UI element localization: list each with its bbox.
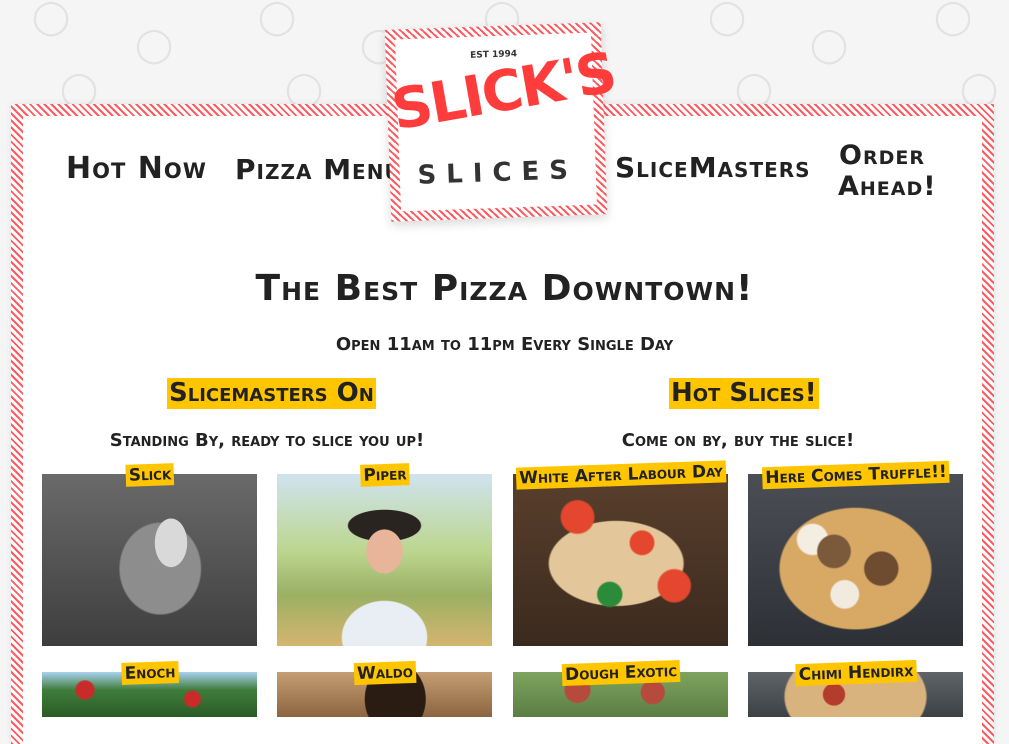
logo-wordmark-bottom: SLICES xyxy=(417,155,579,191)
slicemasters-subheading: Standing By, ready to slice you up! xyxy=(109,430,425,451)
nav-hot-now[interactable]: Hot Now xyxy=(66,151,207,187)
slicemaster-name: Piper xyxy=(359,463,410,487)
pizza-photo xyxy=(748,474,963,646)
hot-slices-heading: Hot Slices! xyxy=(669,378,819,409)
page-title: The Best Pizza Downtown! xyxy=(255,268,754,309)
nav-pizza-menu[interactable]: Pizza Menu xyxy=(235,153,402,186)
logo-badge: EST 1994 SLICK'S SLICES xyxy=(387,32,620,212)
slicemaster-photo xyxy=(277,474,492,646)
slicemaster-name: Slick xyxy=(124,463,175,487)
slicemaster-name: Enoch xyxy=(120,661,179,685)
logo-home-link[interactable]: EST 1994 SLICK'S SLICES xyxy=(384,22,620,222)
pizza-name: Dough Exotic xyxy=(561,659,680,687)
nav-slicemasters[interactable]: SliceMasters xyxy=(615,151,811,184)
page-subtitle: Open 11am to 11pm Every Single Day xyxy=(335,334,674,355)
pizza-photo xyxy=(513,474,728,646)
pizza-name: Chimi Hendirx xyxy=(794,659,917,687)
nav-order-ahead[interactable]: Order Ahead! xyxy=(838,140,936,202)
slicemaster-photo xyxy=(42,474,257,646)
slicemasters-heading: Slicemasters On xyxy=(167,378,376,409)
hot-slices-subheading: Come on by, buy the slice! xyxy=(621,430,855,451)
slicemaster-name: Waldo xyxy=(353,660,416,686)
